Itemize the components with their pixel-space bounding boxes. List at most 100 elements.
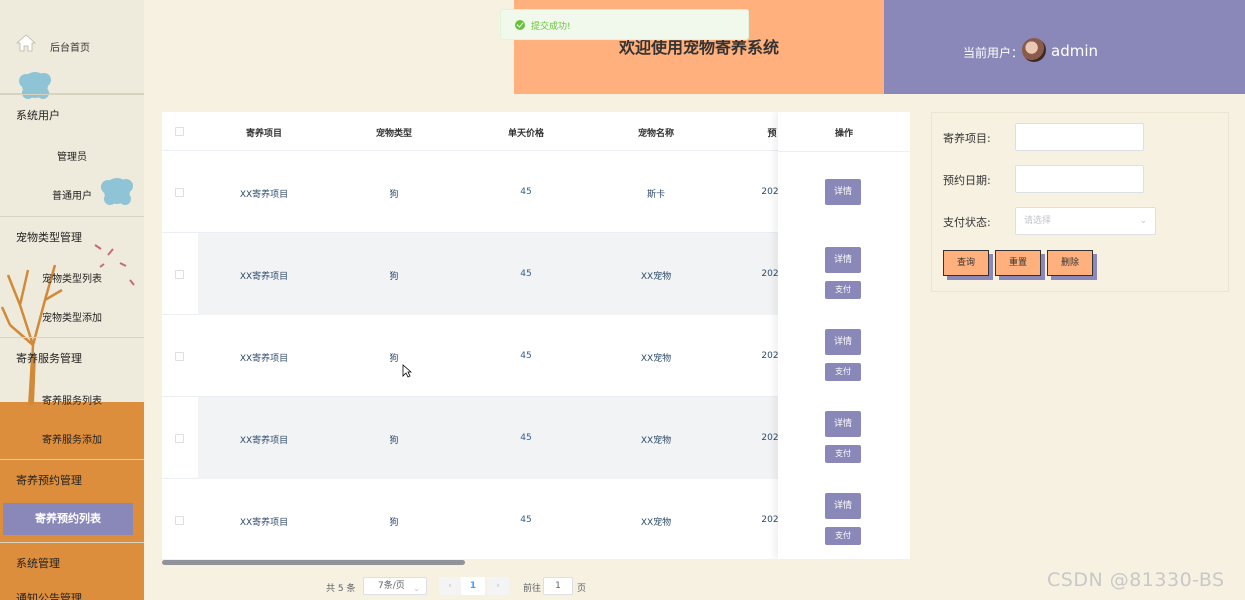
pay-button[interactable]: 支付 [825, 281, 861, 299]
cloud-decoration-icon [19, 72, 51, 99]
pay-button[interactable]: 支付 [825, 527, 861, 545]
sidebar-divider [0, 337, 144, 338]
delete-button[interactable]: 删除 [1047, 250, 1093, 276]
cell-price: 45 [520, 433, 532, 443]
cell-pet-type: 狗 [389, 272, 399, 282]
cell-project: XX寄养项目 [239, 354, 289, 364]
date-label: 预约日期: [943, 174, 991, 187]
chevron-down-icon: ⌄ [1139, 216, 1147, 226]
pay-button[interactable]: 支付 [825, 363, 861, 381]
sidebar-group-notice[interactable]: 通知公告管理 [0, 590, 144, 600]
cell-pet-name: XX宠物 [640, 436, 672, 446]
current-user-label: 当前用户： [963, 46, 1024, 60]
avatar[interactable] [1022, 38, 1046, 62]
sidebar-item-pet-type-add[interactable]: 宠物类型添加 [0, 309, 144, 324]
sidebar-group-system-users[interactable]: 系统用户 [0, 107, 144, 123]
project-input[interactable] [1015, 123, 1144, 151]
pagination-total: 共 5 条 [326, 584, 356, 594]
horizontal-scrollbar[interactable] [162, 560, 465, 565]
detail-button[interactable]: 详情 [825, 411, 861, 437]
select-all-checkbox[interactable] [175, 127, 184, 136]
goto-page-input[interactable]: 1 [543, 577, 573, 595]
sidebar-divider [0, 542, 144, 543]
sidebar-item-admin[interactable]: 管理员 [0, 148, 144, 163]
pay-status-select[interactable]: 请选择 ⌄ [1015, 207, 1156, 235]
column-header-project: 寄养项目 [245, 129, 282, 139]
success-toast: 提交成功! [500, 9, 749, 40]
row-checkbox[interactable] [175, 188, 184, 197]
home-icon [16, 34, 36, 52]
sidebar-group-booking[interactable]: 寄养预约管理 [0, 472, 144, 488]
action-column: 操作 详情 详情 支付 详情 支付 详情 支付 详情 支付 [778, 112, 910, 559]
pay-button[interactable]: 支付 [825, 445, 861, 463]
cell-project: XX寄养项目 [239, 436, 289, 446]
sidebar-group-system[interactable]: 系统管理 [0, 555, 144, 571]
header-left [144, 0, 514, 94]
sidebar: 后台首页 系统用户 管理员 普通用户 宠物类型管理 宠物类型列表 宠物类型添加 … [0, 0, 144, 600]
cell-date: 202 [761, 515, 779, 525]
query-button[interactable]: 查询 [943, 250, 989, 276]
cell-pet-type: 狗 [389, 436, 399, 446]
sidebar-item-normal-users[interactable]: 普通用户 [0, 187, 144, 202]
detail-button[interactable]: 详情 [825, 493, 861, 519]
search-panel: 寄养项目: 预约日期: 支付状态: 请选择 ⌄ 查询 重置 删除 [931, 112, 1229, 292]
detail-button[interactable]: 详情 [825, 329, 861, 355]
cell-price: 45 [520, 515, 532, 525]
row-checkbox[interactable] [175, 352, 184, 361]
sidebar-divider [0, 216, 144, 217]
cell-pet-type: 狗 [389, 518, 399, 528]
cell-date: 202 [761, 269, 779, 279]
cell-project: XX寄养项目 [239, 272, 289, 282]
header-user-block: 当前用户： admin [884, 0, 1245, 94]
mouse-cursor-icon [402, 364, 412, 378]
row-checkbox[interactable] [175, 516, 184, 525]
sidebar-divider [0, 459, 144, 460]
sidebar-item-booking-list-active[interactable]: 寄养预约列表 [3, 503, 133, 535]
cell-pet-type: 狗 [389, 190, 399, 200]
cell-price: 45 [520, 187, 532, 197]
page-size-value: 7条/页 [378, 581, 405, 591]
row-checkbox[interactable] [175, 434, 184, 443]
check-circle-icon [515, 20, 525, 30]
next-page-button[interactable]: › [487, 577, 509, 595]
sidebar-item-service-list[interactable]: 寄养服务列表 [0, 392, 144, 407]
username[interactable]: admin [1051, 42, 1098, 60]
cell-pet-name: XX宠物 [640, 354, 672, 364]
cell-date: 202 [761, 433, 779, 443]
sidebar-home-label: 后台首页 [50, 43, 90, 54]
column-header-price: 单天价格 [507, 129, 544, 139]
row-checkbox[interactable] [175, 270, 184, 279]
header-divider [778, 151, 910, 152]
sidebar-item-pet-type-list[interactable]: 宠物类型列表 [0, 270, 144, 285]
cell-project: XX寄养项目 [239, 518, 289, 528]
column-header-pet-name: 宠物名称 [637, 129, 674, 139]
pay-status-label: 支付状态: [943, 216, 991, 229]
cell-price: 45 [520, 351, 532, 361]
booking-table: 寄养项目 宠物类型 单天价格 宠物名称 预 XX寄养项目 狗 45 斯卡 202… [162, 112, 910, 559]
cell-date: 202 [761, 351, 779, 361]
chevron-down-icon: ⌄ [413, 584, 420, 593]
detail-button[interactable]: 详情 [825, 247, 861, 273]
pay-status-placeholder: 请选择 [1024, 216, 1052, 226]
date-input[interactable] [1015, 165, 1144, 193]
cell-project: XX寄养项目 [239, 190, 289, 200]
prev-page-button[interactable]: ‹ [439, 577, 461, 595]
watermark: CSDN @81330-BS [1047, 569, 1225, 591]
toast-message: 提交成功! [531, 22, 571, 32]
cell-pet-type: 狗 [389, 354, 399, 364]
reset-button[interactable]: 重置 [995, 250, 1041, 276]
page-size-select[interactable]: 7条/页 ⌄ [363, 577, 427, 595]
page-suffix-label: 页 [577, 584, 587, 594]
sidebar-group-pet-type[interactable]: 宠物类型管理 [0, 229, 144, 245]
detail-button[interactable]: 详情 [825, 179, 861, 205]
column-header-actions: 操作 [834, 129, 853, 139]
page-number-current[interactable]: 1 [461, 577, 485, 595]
column-header-pet-type: 宠物类型 [375, 129, 412, 139]
sidebar-group-boarding-service[interactable]: 寄养服务管理 [0, 350, 144, 366]
sidebar-item-service-add[interactable]: 寄养服务添加 [0, 431, 144, 446]
project-label: 寄养项目: [943, 132, 991, 145]
cell-pet-name: 斯卡 [646, 190, 665, 200]
sidebar-divider [0, 94, 144, 95]
cell-price: 45 [520, 269, 532, 279]
cell-pet-name: XX宠物 [640, 272, 672, 282]
